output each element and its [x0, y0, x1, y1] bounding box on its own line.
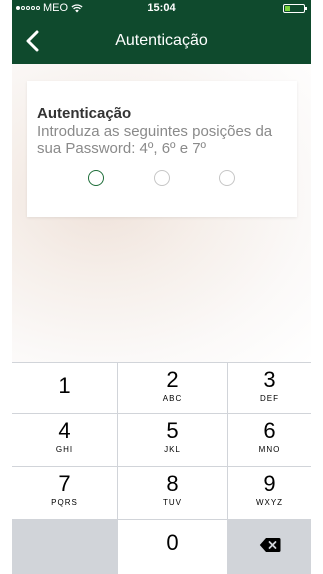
key-blank [12, 520, 117, 574]
status-time: 15:04 [147, 2, 176, 14]
delete-button[interactable] [228, 520, 311, 574]
status-bar: MEO 15:04 [12, 0, 311, 18]
key-9[interactable]: 9 WXYZ [228, 467, 311, 519]
key-digit: 9 [263, 471, 276, 496]
key-digit: 0 [166, 530, 179, 555]
key-digit: 6 [263, 418, 276, 443]
main-content: Autenticação Introduza as seguintes posi… [12, 64, 311, 362]
battery-icon [283, 4, 307, 13]
key-8[interactable]: 8 TUV [118, 467, 227, 519]
key-letters: PQRS [51, 498, 78, 507]
key-letters: MNO [258, 445, 281, 454]
card-title: Autenticação [37, 105, 132, 122]
key-digit: 1 [58, 373, 71, 398]
password-position-indicators [27, 170, 297, 190]
key-letters: WXYZ [255, 498, 284, 507]
auth-card: Autenticação Introduza as seguintes posi… [27, 81, 297, 217]
battery-level [285, 6, 290, 11]
backspace-icon [259, 538, 280, 552]
key-digit: 2 [166, 367, 179, 392]
key-2[interactable]: 2 ABC [118, 363, 227, 413]
key-letters: GHI [55, 445, 74, 454]
key-0[interactable]: 0 [118, 520, 227, 574]
page-title: Autenticação [115, 32, 208, 49]
numeric-keypad: 1 2 ABC 3 DEF 4 GHI 5 JKL 6 MNO 7 PQRS 8 [12, 362, 311, 574]
key-letters: DEF [260, 394, 279, 403]
key-digit: 5 [166, 418, 179, 443]
phone-screen: MEO 15:04 Autenticação Autenticação Intr… [12, 0, 311, 574]
key-7[interactable]: 7 PQRS [12, 467, 117, 519]
key-letters: JKL [164, 445, 181, 454]
key-digit: 3 [263, 367, 276, 392]
key-1[interactable]: 1 [12, 363, 117, 413]
position-indicator [88, 170, 104, 186]
key-letters: ABC [162, 394, 183, 403]
key-5[interactable]: 5 JKL [118, 414, 227, 466]
key-digit: 8 [166, 471, 179, 496]
key-4[interactable]: 4 GHI [12, 414, 117, 466]
key-digit: 7 [58, 471, 71, 496]
key-letters: TUV [163, 498, 182, 507]
nav-bar: Autenticação [12, 18, 311, 64]
position-indicator [154, 170, 170, 186]
key-6[interactable]: 6 MNO [228, 414, 311, 466]
card-instructions: Introduza as seguintes posições da sua P… [37, 123, 273, 157]
key-3[interactable]: 3 DEF [228, 363, 311, 413]
key-digit: 4 [58, 418, 71, 443]
position-indicator [219, 170, 235, 186]
